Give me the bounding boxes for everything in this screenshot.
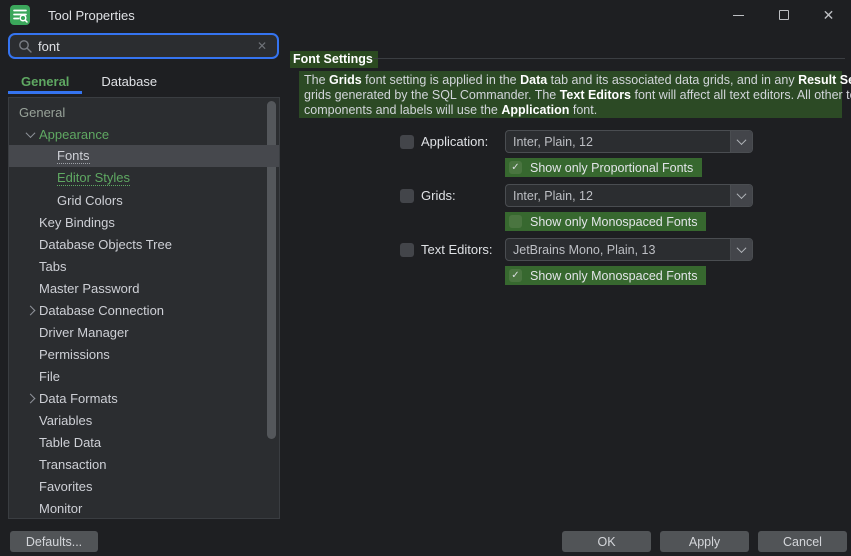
- text-editors-override-checkbox[interactable]: [400, 243, 414, 257]
- tree-item-label: Editor Styles: [57, 170, 130, 186]
- tab-general[interactable]: General: [8, 71, 82, 94]
- close-icon: ✕: [823, 8, 835, 22]
- tree-item-label: Driver Manager: [39, 325, 129, 340]
- apply-button[interactable]: Apply: [660, 531, 749, 552]
- chevron-down-icon: [737, 189, 747, 199]
- field-label: Application:: [421, 134, 505, 149]
- show-only-monospaced-fonts-row: Show only Monospaced Fonts: [505, 212, 706, 231]
- checkbox-label: Show only Monospaced Fonts: [530, 269, 697, 283]
- tool-properties-dialog: Tool Properties ✕ font ✕ General Database…: [0, 0, 851, 556]
- font-settings-description: The Grids font setting is applied in the…: [299, 71, 842, 118]
- close-button[interactable]: ✕: [806, 0, 851, 30]
- tree-item-label: Variables: [39, 413, 92, 428]
- minimize-icon: [733, 15, 744, 16]
- tree-item-tabs[interactable]: Tabs: [9, 255, 279, 277]
- tree-item-label: Database Objects Tree: [39, 237, 172, 252]
- tree-item-label: Key Bindings: [39, 215, 115, 230]
- field-label: Grids:: [421, 188, 505, 203]
- description-line: The Grids font setting is applied in the…: [304, 73, 837, 88]
- search-icon: [18, 39, 32, 53]
- defaults-button[interactable]: Defaults...: [10, 531, 98, 552]
- combobox-dropdown-button[interactable]: [730, 185, 752, 206]
- description-line: components and labels will use the Appli…: [304, 103, 837, 118]
- section-separator: [373, 58, 845, 59]
- tree-item-fonts[interactable]: Fonts: [9, 145, 279, 167]
- tree-item-monitor[interactable]: Monitor: [9, 497, 279, 519]
- grids-override-checkbox[interactable]: [400, 189, 414, 203]
- tree-item-label: Monitor: [39, 501, 82, 516]
- window-title: Tool Properties: [48, 8, 135, 23]
- show-only-proportional-fonts-checkbox[interactable]: ✓: [509, 161, 522, 174]
- tree-item-label: Tabs: [39, 259, 66, 274]
- tree-item-favorites[interactable]: Favorites: [9, 475, 279, 497]
- application-font-combobox[interactable]: Inter, Plain, 12: [505, 130, 753, 153]
- tree-item-label: Favorites: [39, 479, 92, 494]
- tree-item-permissions[interactable]: Permissions: [9, 343, 279, 365]
- tree-item-label: Fonts: [57, 148, 90, 164]
- combobox-value: Inter, Plain, 12: [506, 135, 730, 149]
- search-value: font: [38, 39, 255, 54]
- tree-item-label: Master Password: [39, 281, 139, 296]
- tree-item-label: Permissions: [39, 347, 110, 362]
- show-only-monospaced-fonts-row: ✓ Show only Monospaced Fonts: [505, 266, 706, 285]
- ok-button[interactable]: OK: [562, 531, 651, 552]
- section-title: Font Settings: [290, 51, 378, 68]
- tab-database[interactable]: Database: [88, 71, 170, 94]
- tree-item-label: Appearance: [39, 127, 109, 142]
- tree-item-master-password[interactable]: Master Password: [9, 277, 279, 299]
- checkbox-label: Show only Proportional Fonts: [530, 161, 693, 175]
- combobox-value: JetBrains Mono, Plain, 13: [506, 243, 730, 257]
- tree-item-file[interactable]: File: [9, 365, 279, 387]
- tree-item-general[interactable]: General: [9, 101, 279, 123]
- tree-item-transaction[interactable]: Transaction: [9, 453, 279, 475]
- show-only-monospaced-fonts-checkbox[interactable]: ✓: [509, 269, 522, 282]
- cancel-button[interactable]: Cancel: [758, 531, 847, 552]
- tree-item-database-connection[interactable]: Database Connection: [9, 299, 279, 321]
- tree-item-appearance[interactable]: Appearance: [9, 123, 279, 145]
- font-row-text-editors: Text Editors:JetBrains Mono, Plain, 13: [400, 238, 505, 261]
- tree-item-table-data[interactable]: Table Data: [9, 431, 279, 453]
- show-only-monospaced-fonts-checkbox[interactable]: [509, 215, 522, 228]
- chevron-down-icon: [737, 243, 747, 253]
- field-label: Text Editors:: [421, 242, 505, 257]
- app-icon: [10, 5, 30, 25]
- tree-item-editor-styles[interactable]: Editor Styles: [9, 167, 279, 189]
- tree-item-label: General: [19, 105, 65, 120]
- minimize-button[interactable]: [716, 0, 761, 30]
- font-row-application: Application:Inter, Plain, 12: [400, 130, 505, 153]
- tree-item-label: Database Connection: [39, 303, 164, 318]
- tree-item-driver-manager[interactable]: Driver Manager: [9, 321, 279, 343]
- clear-search-icon[interactable]: ✕: [255, 39, 269, 53]
- tree-item-key-bindings[interactable]: Key Bindings: [9, 211, 279, 233]
- show-only-proportional-fonts-row: ✓ Show only Proportional Fonts: [505, 158, 702, 177]
- font-row-grids: Grids:Inter, Plain, 12: [400, 184, 505, 207]
- maximize-button[interactable]: [761, 0, 806, 30]
- tab-bar: General Database: [8, 71, 170, 94]
- tree-item-database-objects-tree[interactable]: Database Objects Tree: [9, 233, 279, 255]
- tree-item-label: Data Formats: [39, 391, 118, 406]
- combobox-dropdown-button[interactable]: [730, 131, 752, 152]
- chevron-down-icon[interactable]: [25, 128, 35, 138]
- application-override-checkbox[interactable]: [400, 135, 414, 149]
- chevron-down-icon: [737, 135, 747, 145]
- tree-item-data-formats[interactable]: Data Formats: [9, 387, 279, 409]
- text-editors-font-combobox[interactable]: JetBrains Mono, Plain, 13: [505, 238, 753, 261]
- combobox-value: Inter, Plain, 12: [506, 189, 730, 203]
- tree-item-label: Table Data: [39, 435, 101, 450]
- grids-font-combobox[interactable]: Inter, Plain, 12: [505, 184, 753, 207]
- tree-item-variables[interactable]: Variables: [9, 409, 279, 431]
- description-line: grids generated by the SQL Commander. Th…: [304, 88, 837, 103]
- maximize-icon: [779, 10, 789, 20]
- settings-tree: General Appearance Fonts Editor Styles Grid …: [8, 97, 280, 519]
- chevron-right-icon[interactable]: [25, 393, 35, 403]
- titlebar: Tool Properties ✕: [0, 0, 851, 30]
- tree-item-label: Grid Colors: [57, 193, 123, 208]
- checkbox-label: Show only Monospaced Fonts: [530, 215, 697, 229]
- tree-item-label: File: [39, 369, 60, 384]
- tree-item-label: Transaction: [39, 457, 106, 472]
- search-input[interactable]: font ✕: [8, 33, 279, 59]
- combobox-dropdown-button[interactable]: [730, 239, 752, 260]
- tree-item-grid-colors[interactable]: Grid Colors: [9, 189, 279, 211]
- chevron-right-icon[interactable]: [25, 305, 35, 315]
